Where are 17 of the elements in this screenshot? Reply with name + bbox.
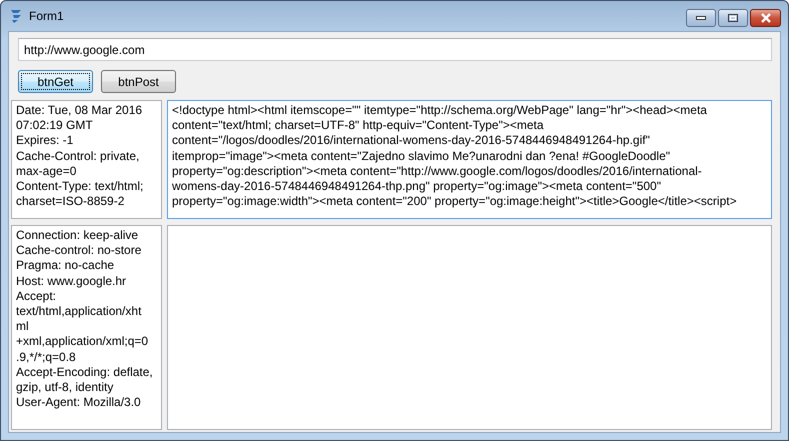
close-button[interactable] <box>750 9 781 27</box>
text-area[interactable]: Date: Tue, 08 Mar 2016 07:02:19 GMT Expires: -1 Cache-Control: private, max-age=0 Content-Type: text/html; charset=ISO-8859-2 <box>11 100 162 219</box>
close-icon <box>760 13 772 23</box>
window-title: Form1 <box>29 9 65 23</box>
push-button[interactable]: btnPost <box>101 70 176 93</box>
minimize-icon <box>696 16 706 20</box>
url-field[interactable]: http://www.google.com <box>18 38 772 61</box>
text-area[interactable] <box>11 225 162 430</box>
text-area[interactable] <box>167 100 772 219</box>
minimize-button[interactable] <box>686 9 716 27</box>
text-content: Date: Tue, 08 Mar 2016 07:02:19 GMT Expires: -1 Cache-Control: private, max-age=0 Content-Type: text/html; charset=ISO-8859-2 <box>16 103 144 210</box>
text-content: Connection: keep-alive Cache-control: no-store Pragma: no-cache Host: www.google.hr Accept: text/html,application/xht ml +xml,application/xml;q=0 .9,*/*;q=0.8 Accept-Encoding: deflate, gzip, utf-8, identity User-Agent: Mozilla/3.0 <box>16 228 153 410</box>
push-button[interactable]: btnGet <box>18 70 93 93</box>
text-content: <!doctype html><html itemscope="" itemtype="http://schema.org/WebPage" lang="hr"><head><meta content="text/html; charset=UTF-8" http-equiv="Content-Type"><meta content="/logos/doodles/2016/international-womens-day-2016-5748446948491264-hp.gif" itemprop="image"><meta content="Zajedno slavimo Me?unarodni dan ?ena! #GoogleDoodle" property="og:description"><meta content="http://www.google.com/logos/doodles/2016/international- womens-day-2016-5748446948491264-thp.png" property="og:image"><meta content="500" property="og:image:width"><meta content="200" property="og:image:height"><title>Google</title><script> <box>172 103 737 210</box>
maximize-icon <box>728 14 738 22</box>
app-icon <box>8 8 24 24</box>
maximize-button[interactable] <box>718 9 748 27</box>
